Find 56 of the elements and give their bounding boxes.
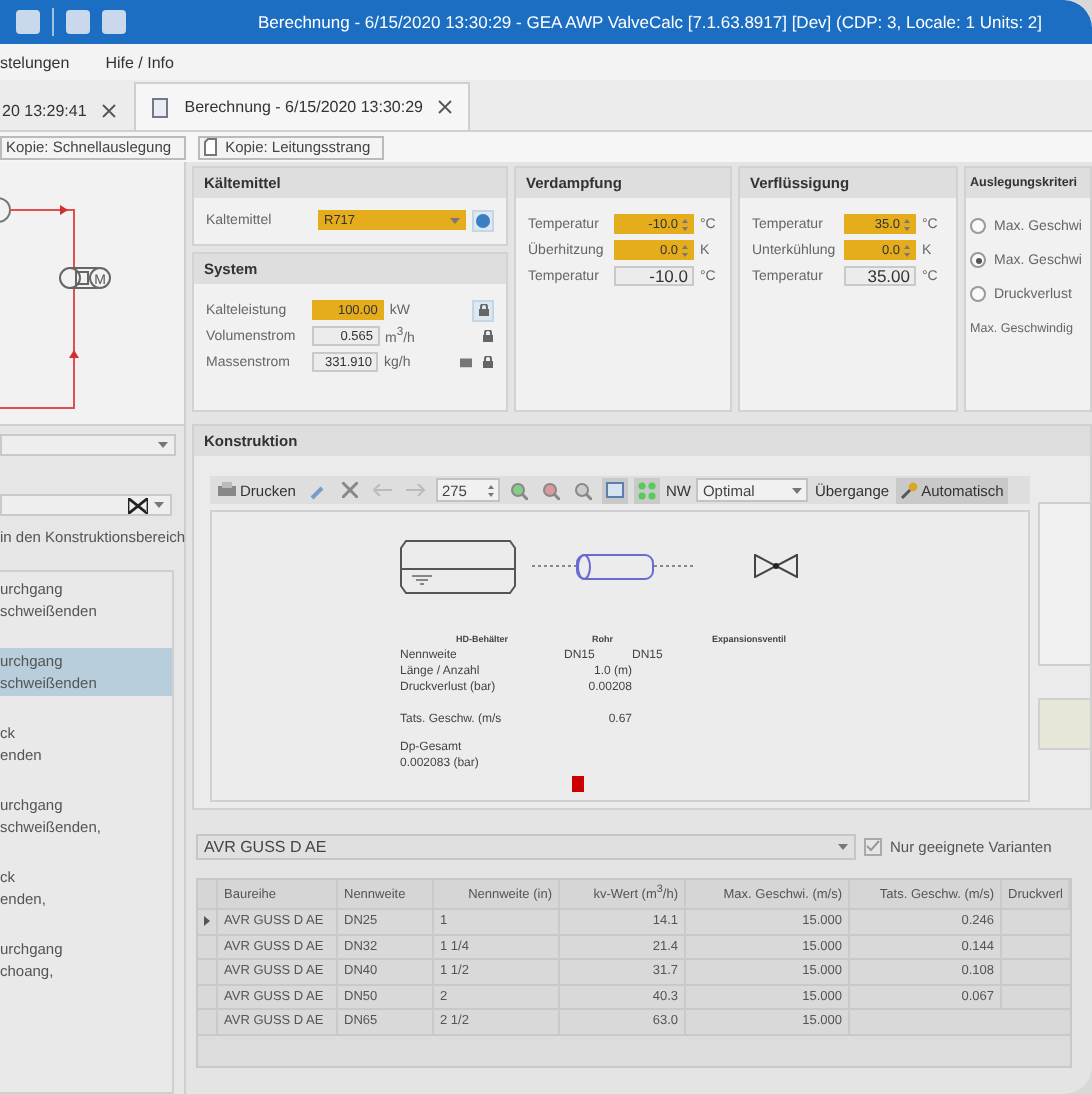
dotted-line	[654, 564, 694, 568]
right-arrow-icon	[405, 484, 426, 496]
lock-icon	[477, 304, 490, 316]
spinner-icon[interactable]	[682, 217, 688, 231]
zoom-button[interactable]	[505, 477, 532, 503]
menu-item[interactable]: Hife / Info	[105, 53, 174, 71]
lock-icon	[482, 329, 494, 341]
delete-button[interactable]	[337, 477, 362, 503]
spinner-icon[interactable]	[682, 243, 688, 257]
checkbox[interactable]	[864, 837, 882, 855]
spinner-icon[interactable]	[904, 243, 910, 257]
dotted-line	[532, 564, 576, 568]
magnifier-icon	[541, 481, 560, 499]
document-icon	[152, 97, 169, 117]
key-icon	[899, 481, 918, 499]
pipe-drawing[interactable]	[576, 553, 654, 579]
left-arrow-icon	[371, 484, 392, 496]
radio-button[interactable]	[970, 218, 986, 234]
current-row-icon	[204, 916, 210, 927]
spinner-icon[interactable]	[904, 217, 910, 231]
dots-icon	[637, 481, 656, 499]
tank-drawing[interactable]	[400, 539, 516, 593]
info-button[interactable]	[472, 209, 494, 231]
window-title: Berechnung - 6/15/2020 13:30:29 - GEA AWP ValveCalc [7.1.63.8917] [Dev] (CDP: 3, Locale: 1 Units: 2]	[258, 12, 1043, 32]
radio-button[interactable]	[970, 252, 986, 268]
cross-icon	[341, 482, 358, 498]
zoom-button[interactable]	[537, 477, 564, 503]
menu-item[interactable]: stelungen	[0, 53, 70, 71]
readonly-field: -10.0	[614, 266, 694, 286]
magnifier-icon	[509, 481, 528, 499]
radio-button[interactable]	[970, 286, 986, 302]
window-icon	[605, 482, 624, 498]
document-tab[interactable]: 20 13:29:41	[0, 88, 135, 130]
caret-icon	[450, 217, 461, 223]
caret-icon	[158, 442, 168, 448]
dropdown[interactable]	[0, 494, 172, 516]
status-marker	[572, 776, 584, 792]
valve-icon	[128, 497, 148, 513]
lock-button[interactable]	[472, 299, 494, 321]
caret-icon	[154, 502, 164, 508]
valve-drawing[interactable]	[754, 554, 798, 578]
printer-icon	[218, 482, 236, 498]
caret-icon	[838, 843, 848, 849]
spinner-icon[interactable]	[487, 483, 494, 497]
zoom-button[interactable]	[569, 477, 596, 503]
readonly-field: 35.00	[844, 266, 916, 286]
variant-dropdown[interactable]: AVR GUSS D AE	[196, 833, 856, 859]
close-icon[interactable]	[102, 103, 117, 117]
copy-icon	[203, 138, 220, 156]
lock-icon	[482, 355, 495, 367]
grid-button[interactable]	[633, 477, 660, 503]
caret-icon	[792, 487, 803, 493]
document-tab[interactable]: Berechnung - 6/15/2020 13:30:29	[134, 82, 471, 130]
view-button[interactable]	[601, 477, 628, 503]
close-icon[interactable]	[438, 100, 453, 114]
magnifier-icon	[573, 481, 592, 499]
